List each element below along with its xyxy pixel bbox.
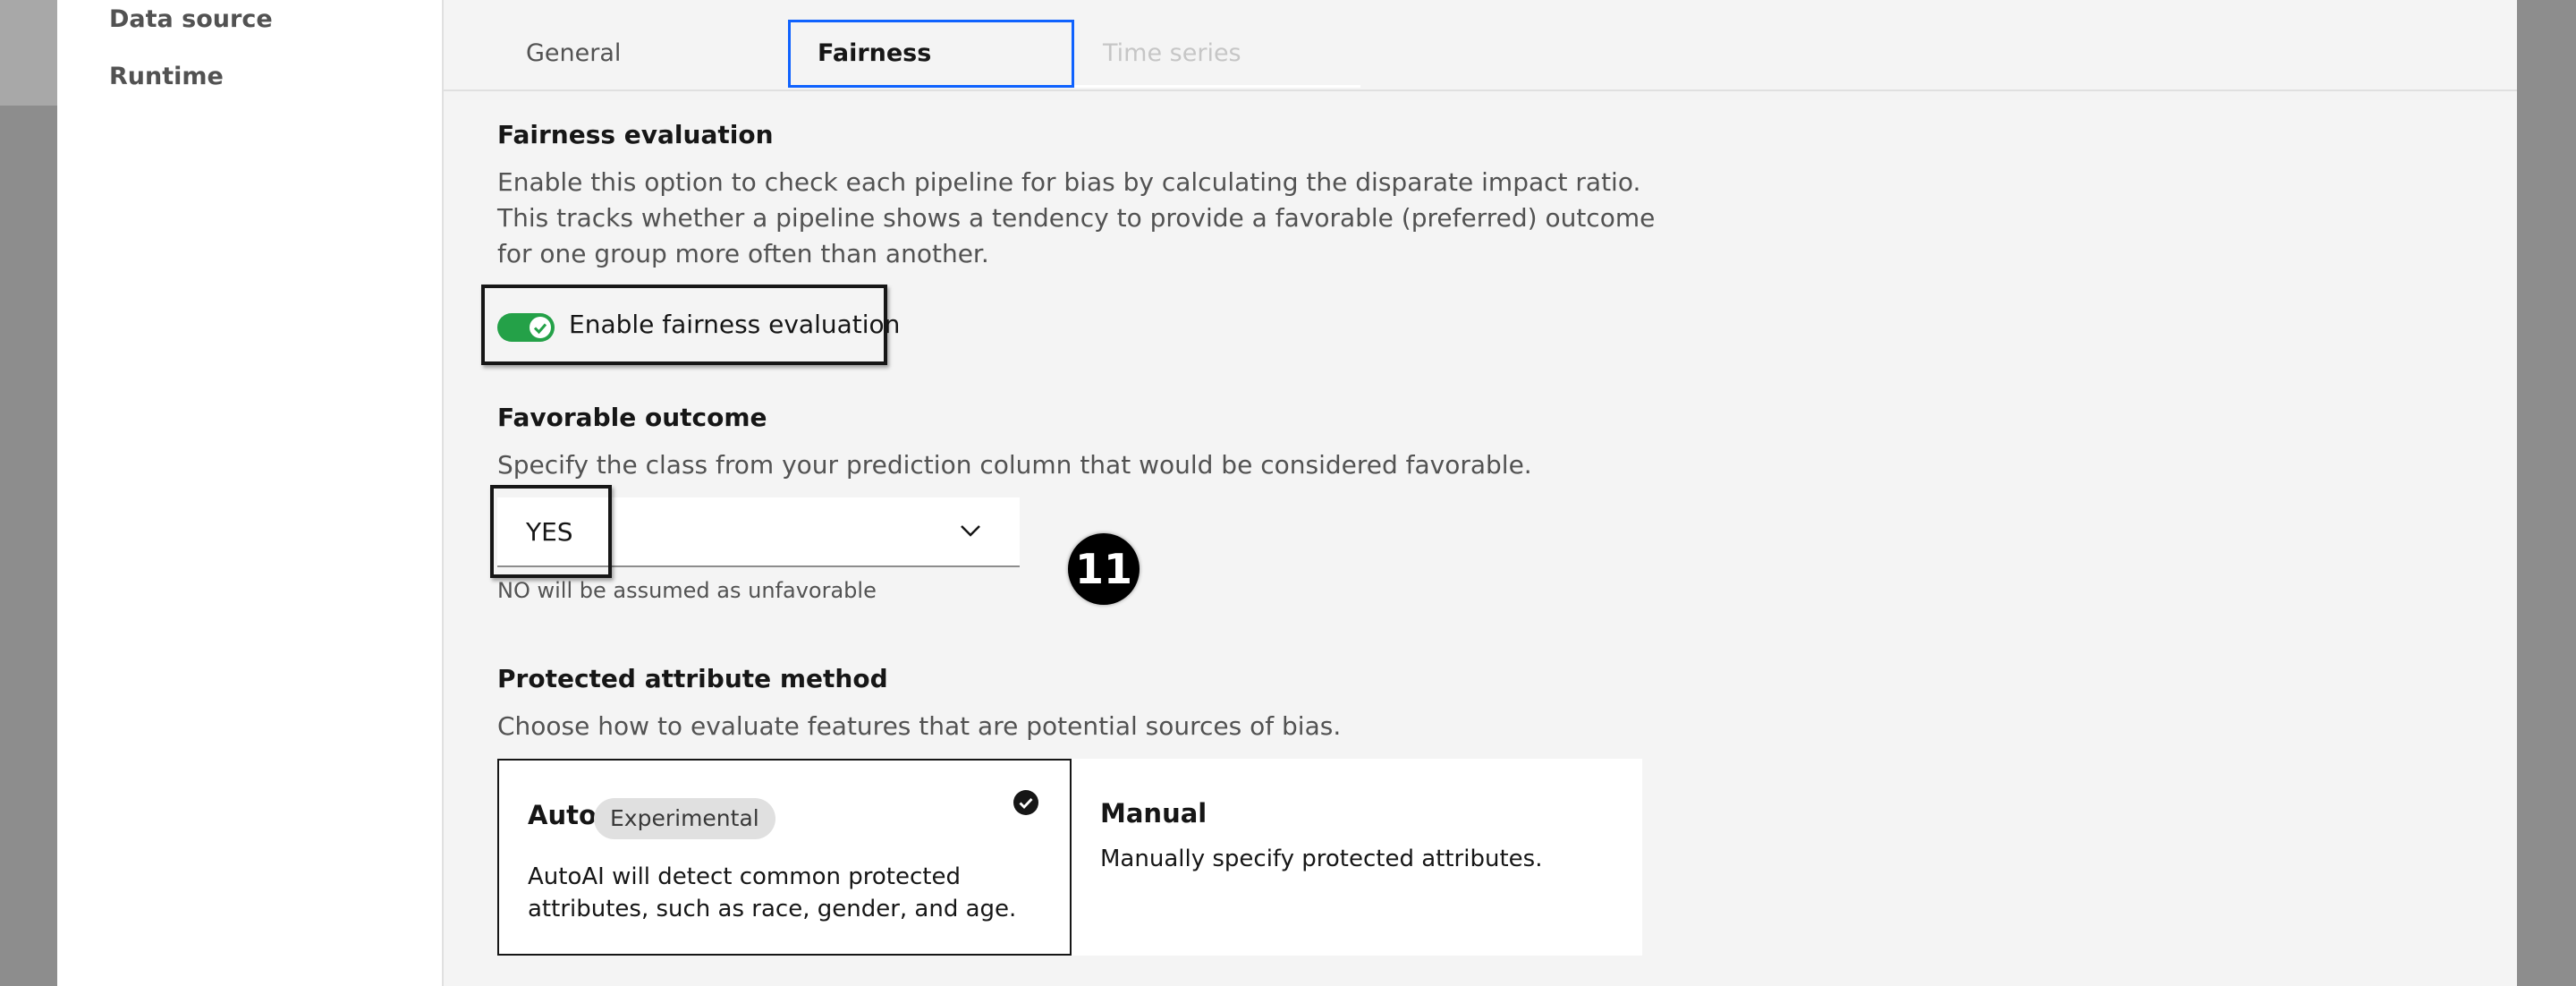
- value-highlight-box: [490, 485, 612, 578]
- fairness-heading: Fairness evaluation: [497, 120, 774, 149]
- fairness-toggle[interactable]: [497, 313, 555, 342]
- settings-content: General Fairness Time series Fairness ev…: [444, 0, 2517, 986]
- settings-sidenav: Data source Runtime: [57, 0, 444, 986]
- experiment-settings-modal: Data source Runtime General Fairness Tim…: [57, 0, 2517, 986]
- favorable-outcome-heading: Favorable outcome: [497, 403, 767, 432]
- backdrop-left: [0, 0, 57, 986]
- step-number-badge: 11: [1068, 533, 1140, 605]
- auto-tile-description: AutoAI will detect common protected attr…: [528, 861, 1029, 925]
- tab-general[interactable]: General: [497, 20, 784, 88]
- backdrop-right: [2517, 0, 2576, 986]
- sidebar-item-data-source[interactable]: Data source: [109, 5, 273, 33]
- fairness-toggle-label: Enable fairness evaluation: [569, 310, 901, 339]
- chevron-down-icon: [961, 525, 980, 537]
- tab-fairness[interactable]: Fairness: [788, 20, 1074, 88]
- dropdown-helper-text: NO will be assumed as unfavorable: [497, 578, 877, 603]
- tab-time-series: Time series: [1074, 20, 1360, 88]
- auto-tile-title: Auto: [528, 800, 597, 830]
- fairness-description-line-2: This tracks whether a pipeline shows a t…: [497, 203, 1656, 233]
- manual-tile-description: Manually specify protected attributes.: [1100, 846, 1543, 872]
- auto-tile-description-line-1: AutoAI will detect common protected: [528, 863, 961, 890]
- fairness-description-line-1: Enable this option to check each pipelin…: [497, 167, 1641, 197]
- checkmark-filled-icon: [1013, 790, 1038, 815]
- manual-method-tile[interactable]: Manual Manually specify protected attrib…: [1072, 759, 1642, 956]
- toggle-knob: [530, 317, 551, 338]
- fairness-description-line-3: for one group more often than another.: [497, 239, 989, 268]
- settings-tabs: General Fairness Time series: [444, 0, 2517, 91]
- experimental-tag: Experimental: [594, 798, 775, 839]
- auto-tile-description-line-2: attributes, such as race, gender, and ag…: [528, 896, 1017, 922]
- check-icon: [533, 323, 547, 335]
- auto-method-tile[interactable]: Auto Experimental AutoAI will detect com…: [497, 759, 1072, 956]
- favorable-outcome-description: Specify the class from your prediction c…: [497, 450, 1532, 480]
- sidebar-item-runtime[interactable]: Runtime: [109, 63, 224, 90]
- protected-attribute-description: Choose how to evaluate features that are…: [497, 711, 1342, 741]
- manual-tile-title: Manual: [1100, 798, 1208, 829]
- backdrop-strip: [0, 0, 57, 106]
- protected-attribute-heading: Protected attribute method: [497, 664, 888, 693]
